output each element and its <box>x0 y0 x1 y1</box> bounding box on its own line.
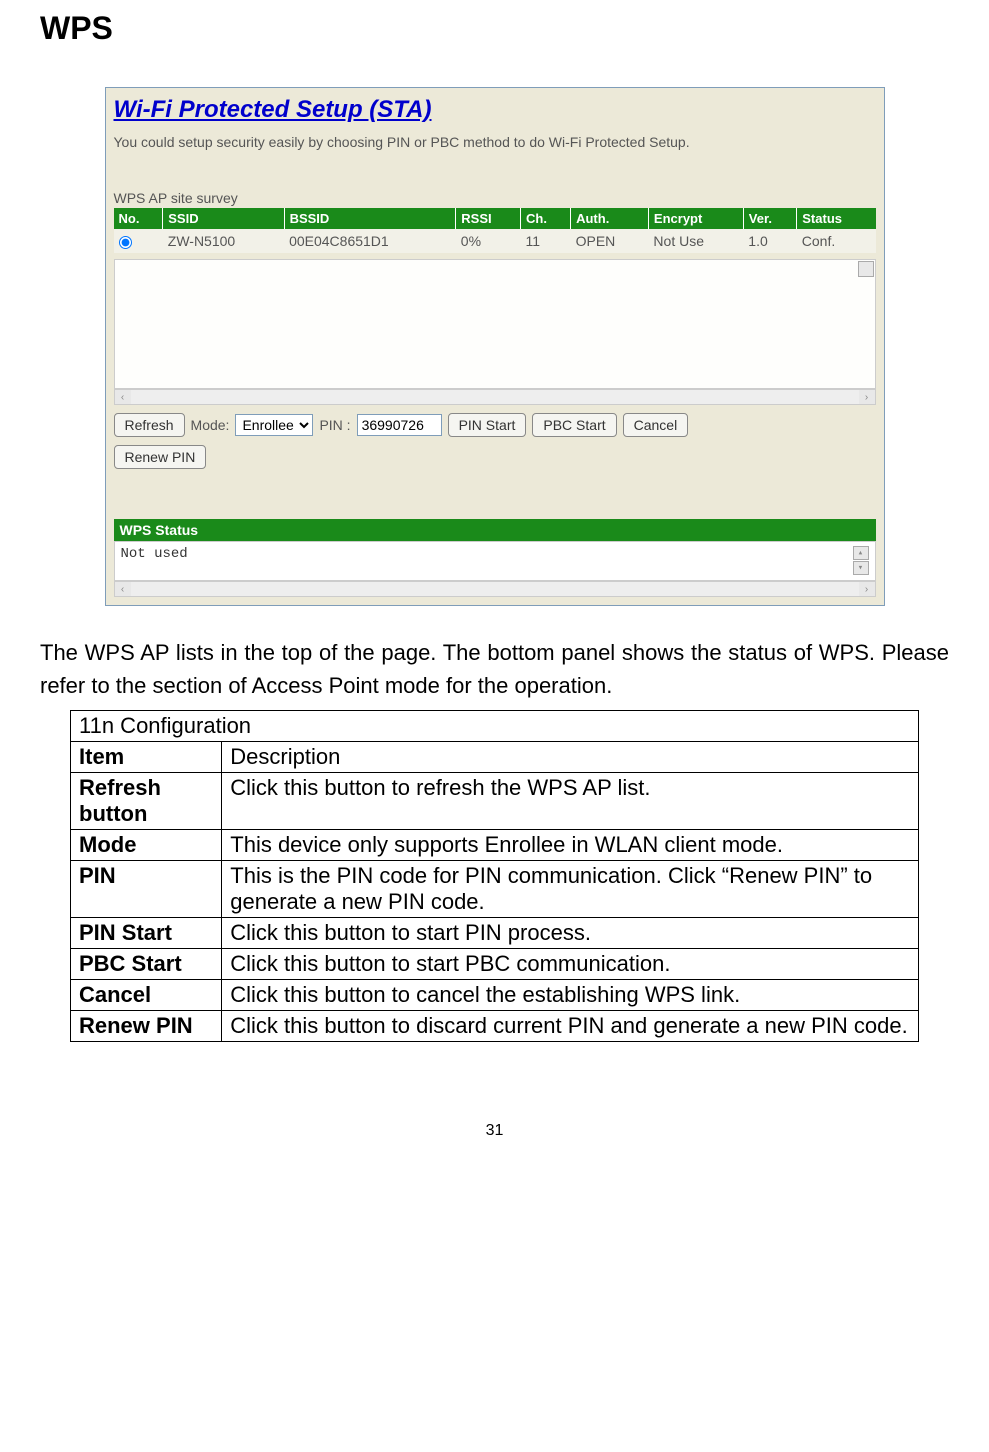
config-section: 11n Configuration <box>71 711 919 742</box>
cancel-button[interactable]: Cancel <box>623 413 689 437</box>
config-desc: Click this button to cancel the establis… <box>222 980 919 1011</box>
config-item: PIN Start <box>71 918 222 949</box>
cell-ver: 1.0 <box>743 229 796 253</box>
header-ver: Ver. <box>743 208 796 229</box>
status-box: Not used ▴ ▾ <box>114 541 876 581</box>
pin-input[interactable] <box>357 414 442 436</box>
body-paragraph: The WPS AP lists in the top of the page.… <box>40 636 949 702</box>
mode-select[interactable]: Enrollee <box>235 414 313 436</box>
controls-row: Refresh Mode: Enrollee PIN : PIN Start P… <box>114 413 876 437</box>
header-ch: Ch. <box>521 208 571 229</box>
page-number: 31 <box>40 1122 949 1140</box>
status-scrollbar[interactable]: ▴ ▾ <box>853 546 869 575</box>
config-item: Cancel <box>71 980 222 1011</box>
config-table: 11n Configuration Item Description Refre… <box>70 710 919 1042</box>
config-col1: Item <box>71 742 222 773</box>
scroll-up-icon[interactable]: ▴ <box>853 546 869 560</box>
pbc-start-button[interactable]: PBC Start <box>532 413 616 437</box>
row-radio[interactable] <box>119 236 132 249</box>
status-horizontal-scrollbar[interactable]: ‹ › <box>114 581 876 597</box>
panel-title: Wi-Fi Protected Setup (STA) <box>114 96 876 124</box>
scrollbar-up-icon[interactable] <box>858 261 874 277</box>
config-desc: Click this button to start PIN process. <box>222 918 919 949</box>
pin-label: PIN : <box>319 417 350 433</box>
config-desc: Click this button to refresh the WPS AP … <box>222 773 919 830</box>
cell-status: Conf. <box>797 229 876 253</box>
header-encrypt: Encrypt <box>648 208 743 229</box>
scroll-right-icon[interactable]: › <box>859 582 875 596</box>
config-col2: Description <box>222 742 919 773</box>
header-bssid: BSSID <box>284 208 456 229</box>
config-desc: This device only supports Enrollee in WL… <box>222 830 919 861</box>
cell-ch: 11 <box>521 229 571 253</box>
survey-table: No. SSID BSSID RSSI Ch. Auth. Encrypt Ve… <box>114 208 876 253</box>
page-title: WPS <box>40 10 949 47</box>
status-text: Not used <box>121 546 188 562</box>
header-no: No. <box>114 208 163 229</box>
cell-auth: OPEN <box>571 229 649 253</box>
wps-panel: Wi-Fi Protected Setup (STA) You could se… <box>105 87 885 606</box>
mode-label: Mode: <box>191 417 230 433</box>
config-item: Refresh button <box>71 773 222 830</box>
refresh-button[interactable]: Refresh <box>114 413 185 437</box>
survey-label: WPS AP site survey <box>114 190 876 206</box>
status-header: WPS Status <box>114 519 876 541</box>
controls-row-2: Renew PIN <box>114 445 876 469</box>
config-item: PBC Start <box>71 949 222 980</box>
cell-rssi: 0% <box>456 229 521 253</box>
scroll-left-icon[interactable]: ‹ <box>115 390 131 404</box>
config-desc: Click this button to start PBC communica… <box>222 949 919 980</box>
table-row[interactable]: ZW-N5100 00E04C8651D1 0% 11 OPEN Not Use… <box>114 229 876 253</box>
scroll-left-icon[interactable]: ‹ <box>115 582 131 596</box>
config-item: Renew PIN <box>71 1011 222 1042</box>
cell-encrypt: Not Use <box>648 229 743 253</box>
empty-listbox <box>114 259 876 389</box>
pin-start-button[interactable]: PIN Start <box>448 413 527 437</box>
panel-description: You could setup security easily by choos… <box>114 134 876 150</box>
cell-bssid: 00E04C8651D1 <box>284 229 456 253</box>
header-ssid: SSID <box>163 208 284 229</box>
config-item: PIN <box>71 861 222 918</box>
scroll-right-icon[interactable]: › <box>859 390 875 404</box>
renew-pin-button[interactable]: Renew PIN <box>114 445 207 469</box>
config-desc: This is the PIN code for PIN communicati… <box>222 861 919 918</box>
header-rssi: RSSI <box>456 208 521 229</box>
config-desc: Click this button to discard current PIN… <box>222 1011 919 1042</box>
header-auth: Auth. <box>571 208 649 229</box>
scroll-down-icon[interactable]: ▾ <box>853 561 869 575</box>
config-item: Mode <box>71 830 222 861</box>
header-status: Status <box>797 208 876 229</box>
horizontal-scrollbar[interactable]: ‹ › <box>114 389 876 405</box>
cell-ssid: ZW-N5100 <box>163 229 284 253</box>
